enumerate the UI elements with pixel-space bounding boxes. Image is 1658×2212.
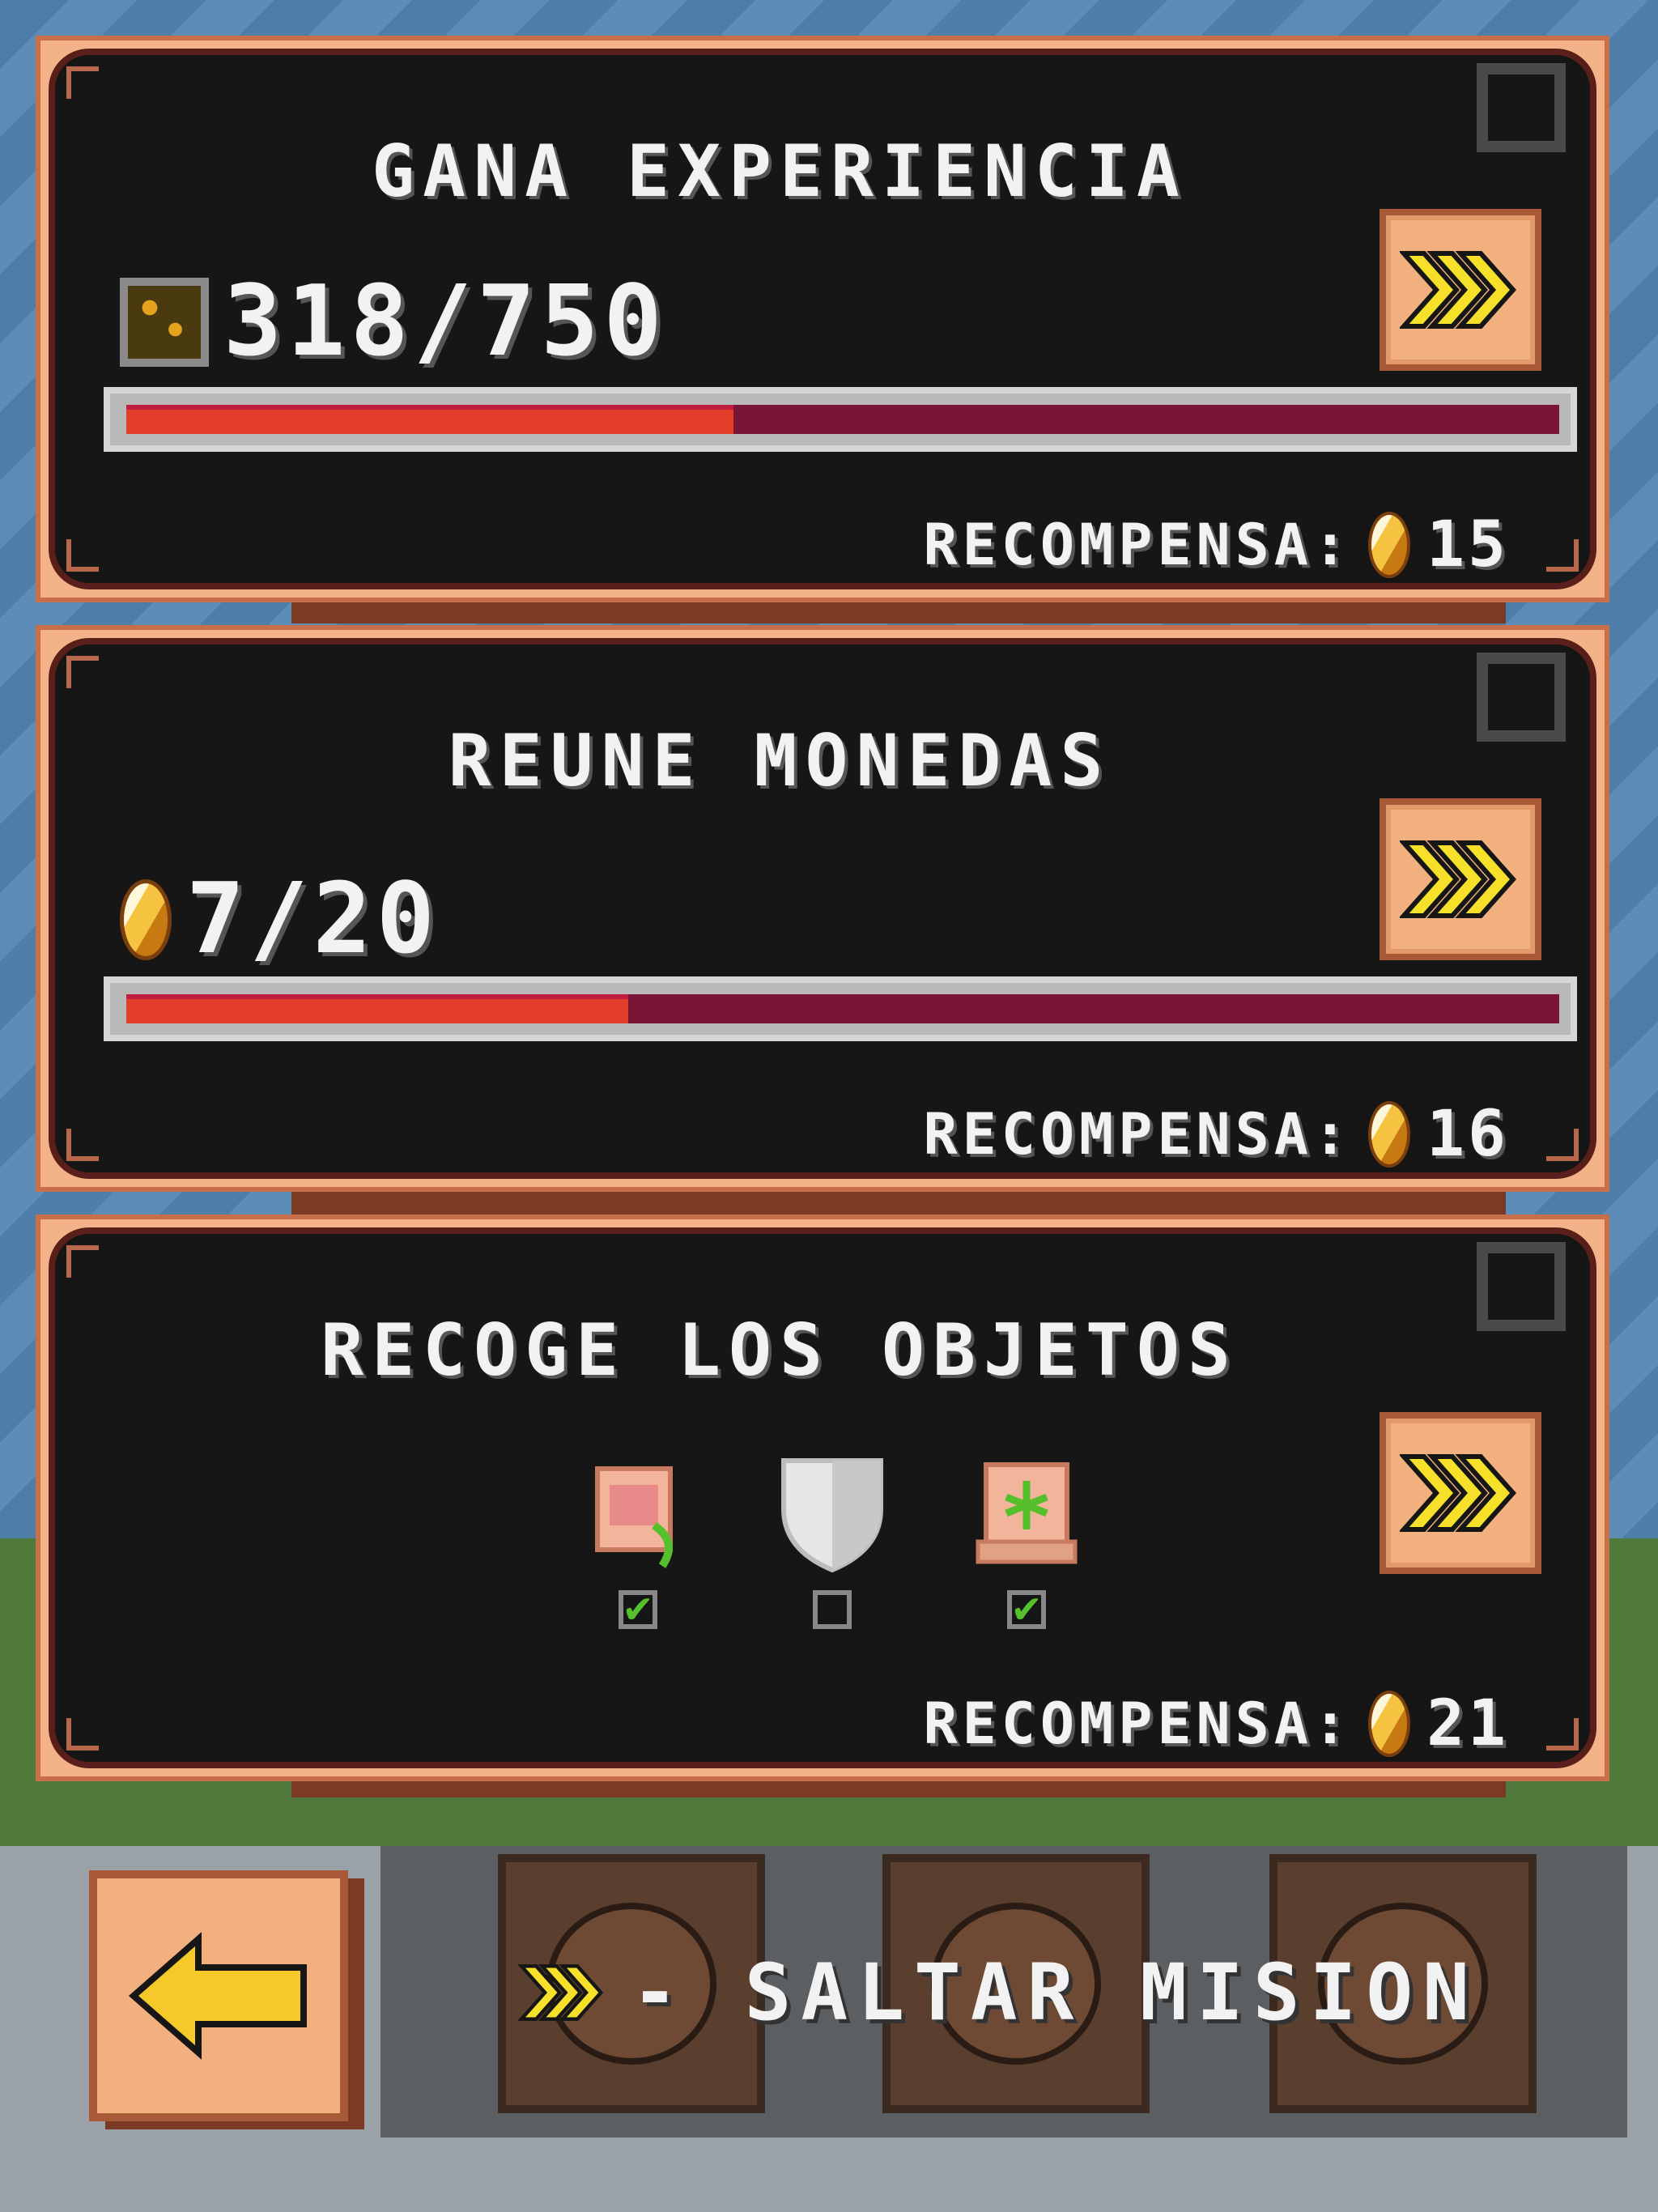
progress-bar-track [126, 994, 1559, 1023]
panel-corner [1546, 539, 1579, 572]
back-button[interactable] [89, 1870, 348, 2121]
progress-bar [104, 387, 1577, 452]
reward: RECOMPENSA: 15 [923, 508, 1509, 581]
progress-text: 7/20 [186, 863, 440, 976]
item-map-scroll: ✔ [970, 1453, 1083, 1629]
background-shelf [291, 599, 1506, 623]
reward-label: RECOMPENSA: [923, 512, 1353, 578]
arrow-left-icon [128, 1932, 307, 2060]
quest-panel-experience: GANA EXPERIENCIA 318/750 RECOMPENSA: 15 [36, 36, 1609, 602]
quest-panel-body: GANA EXPERIENCIA 318/750 RECOMPENSA: 15 [49, 49, 1596, 589]
reward-value: 15 [1426, 508, 1509, 581]
quest-complete-checkbox [1477, 63, 1566, 152]
skip-hint-text: - SALTAR MISION [631, 1947, 1479, 2038]
panel-corner [1546, 1129, 1579, 1161]
quest-panel-coins: REUNE MONEDAS 7/20 RECOMPENSA: 16 [36, 625, 1609, 1192]
progress-bar-track [126, 405, 1559, 434]
reward: RECOMPENSA: 16 [923, 1098, 1509, 1171]
quest-panel-body: RECOGE LOS OBJETOS ✔ ✔ RECOMPENSA: 21 [49, 1227, 1596, 1768]
quest-complete-checkbox [1477, 1242, 1566, 1331]
background-shelf [291, 1190, 1506, 1214]
reward-value: 16 [1426, 1098, 1509, 1171]
shield-icon [781, 1458, 883, 1573]
panel-corner [66, 1718, 99, 1750]
item-collected-checkbox: ✔ [619, 1585, 657, 1629]
quest-progress: 318/750 [120, 266, 667, 378]
skip-quest-button[interactable] [1380, 798, 1541, 960]
quest-title: GANA EXPERIENCIA [372, 130, 1188, 213]
fast-forward-icon [1400, 840, 1517, 918]
item-scroll-flower: ✔ [581, 1453, 695, 1629]
xp-icon [120, 277, 209, 367]
progress-bar-fill [126, 994, 628, 1023]
reward: RECOMPENSA: 21 [923, 1687, 1509, 1760]
panel-corner [66, 1129, 99, 1161]
skip-quest-hint: - SALTAR MISION [518, 1947, 1479, 2038]
panel-corner [66, 656, 99, 688]
reward-label: RECOMPENSA: [923, 1691, 1353, 1757]
panel-corner [66, 66, 99, 99]
reward-value: 21 [1426, 1687, 1509, 1760]
item-collected-checkbox: ✔ [1007, 1585, 1046, 1629]
coin-icon [1368, 1691, 1411, 1757]
quest-title: REUNE MONEDAS [448, 719, 1112, 802]
progress-bar [104, 976, 1577, 1041]
fast-forward-icon [518, 1964, 604, 2021]
quest-complete-checkbox [1477, 653, 1566, 742]
required-items: ✔ ✔ [581, 1453, 1083, 1629]
coin-icon [1368, 1101, 1411, 1168]
skip-quest-button[interactable] [1380, 1412, 1541, 1574]
progress-text: 318/750 [223, 266, 667, 378]
panel-corner [66, 1245, 99, 1278]
skip-quest-button[interactable] [1380, 209, 1541, 371]
item-collected-checkbox [813, 1590, 852, 1629]
scroll-flower-icon [595, 1466, 673, 1568]
coin-icon [120, 878, 172, 960]
coin-icon [1368, 512, 1411, 578]
map-scroll-icon [976, 1462, 1078, 1564]
fast-forward-icon [1400, 251, 1517, 329]
panel-corner [1546, 1718, 1579, 1750]
quest-panel-body: REUNE MONEDAS 7/20 RECOMPENSA: 16 [49, 638, 1596, 1179]
quest-progress: 7/20 [120, 863, 440, 976]
quest-panel-items: RECOGE LOS OBJETOS ✔ ✔ RECOMPENSA: 21 [36, 1214, 1609, 1781]
item-shield [776, 1453, 889, 1629]
panel-corner [66, 539, 99, 572]
progress-bar-fill [126, 405, 734, 434]
quest-title: RECOGE LOS OBJETOS [321, 1308, 1239, 1392]
fast-forward-icon [1400, 1454, 1517, 1532]
reward-label: RECOMPENSA: [923, 1101, 1353, 1168]
